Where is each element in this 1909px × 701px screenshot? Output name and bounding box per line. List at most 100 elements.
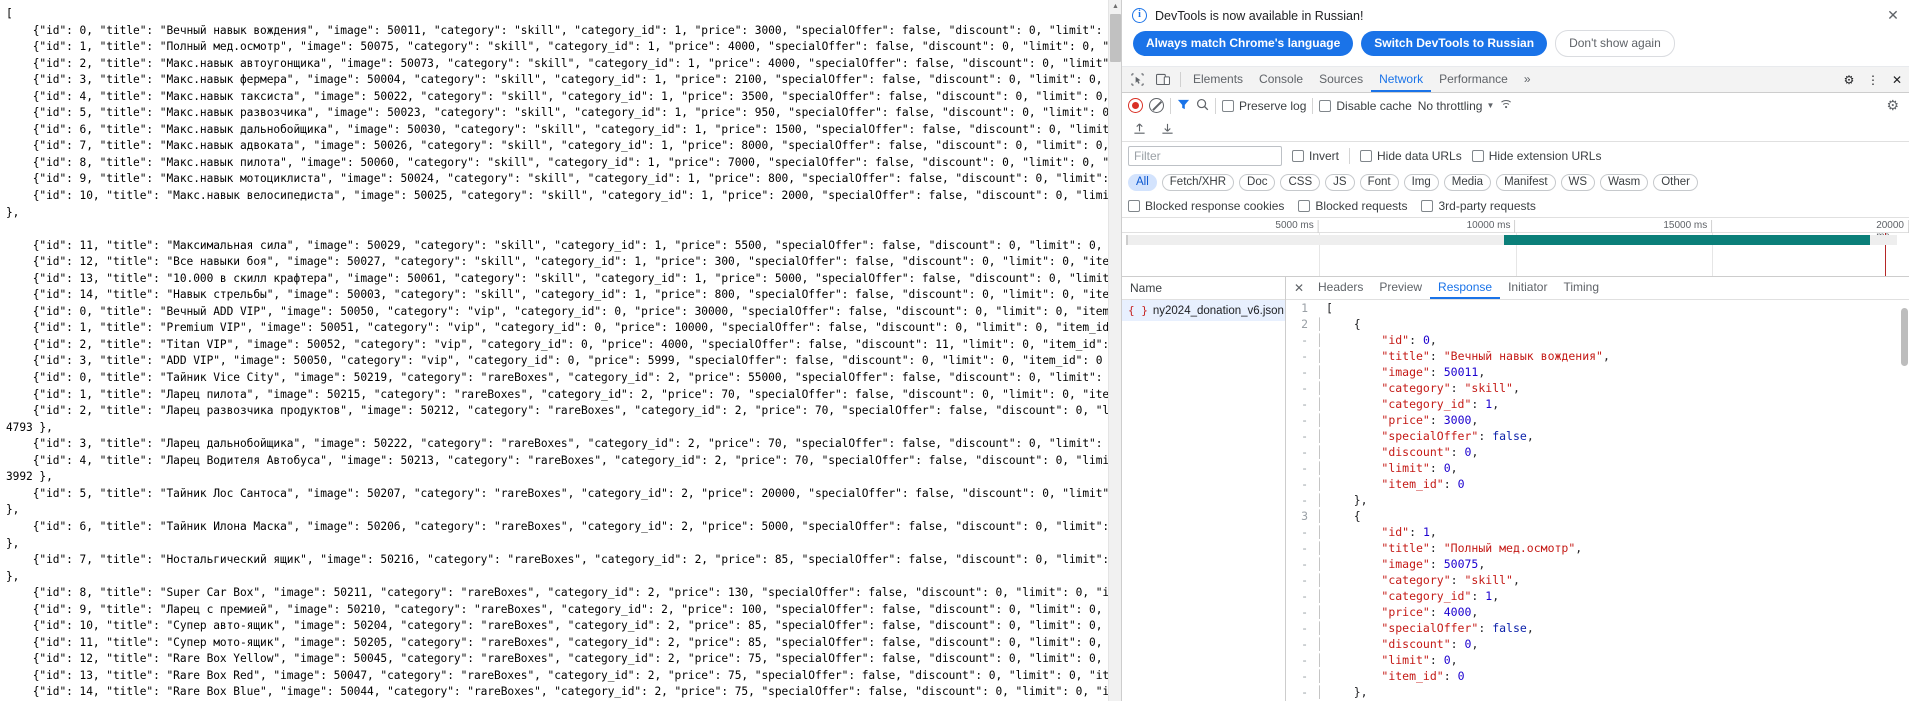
filter-input[interactable]	[1128, 146, 1282, 167]
tab-performance[interactable]: Performance	[1431, 67, 1516, 92]
type-filter-css[interactable]: CSS	[1280, 173, 1321, 191]
detail-tab-headers[interactable]: Headers	[1310, 277, 1371, 298]
checkbox-box[interactable]	[1319, 99, 1332, 112]
tab-network[interactable]: Network	[1371, 67, 1432, 93]
type-filter-doc[interactable]: Doc	[1239, 173, 1276, 191]
type-filter-ws[interactable]: WS	[1560, 173, 1596, 191]
record-button-icon[interactable]	[1128, 98, 1143, 114]
tab-console[interactable]: Console	[1251, 67, 1311, 92]
always-match-chrome-language-button[interactable]: Always match Chrome's language	[1133, 31, 1354, 56]
line-number: -	[1301, 348, 1308, 363]
dont-show-again-button[interactable]: Don't show again	[1555, 30, 1675, 57]
import-har-icon[interactable]	[1128, 122, 1150, 138]
blocked-requests-checkbox[interactable]: Blocked requests	[1298, 199, 1407, 213]
code-text: "price": 3000,	[1381, 412, 1479, 427]
tab-elements[interactable]: Elements	[1185, 67, 1251, 92]
blocked-response-cookies-label: Blocked response cookies	[1145, 198, 1285, 213]
filter-funnel-icon[interactable]	[1177, 98, 1190, 114]
type-filter-media[interactable]: Media	[1443, 173, 1492, 191]
code-line: - │ "specialOffer": false,	[1286, 620, 1909, 636]
type-filter-font[interactable]: Font	[1359, 173, 1399, 191]
blocked-requests-label: Blocked requests	[1315, 198, 1408, 213]
divider	[1312, 97, 1314, 114]
fold-guide: │	[1316, 652, 1323, 667]
more-options-icon[interactable]: ⋮	[1861, 73, 1885, 87]
invert-checkbox[interactable]: Invert	[1292, 149, 1339, 163]
type-filter-fetch-xhr[interactable]: Fetch/XHR	[1161, 173, 1235, 191]
request-name: ny2024_donation_v6.json	[1152, 304, 1284, 317]
scrollbar-thumb[interactable]	[1110, 14, 1121, 62]
type-filter-wasm[interactable]: Wasm	[1600, 173, 1649, 191]
close-detail-icon[interactable]: ✕	[1288, 277, 1310, 298]
tab-overflow-chevron[interactable]: »	[1516, 67, 1539, 92]
blocked-response-cookies-checkbox[interactable]: Blocked response cookies	[1128, 199, 1284, 213]
checkbox-box[interactable]	[1471, 150, 1484, 163]
fold-guide: │	[1316, 412, 1323, 427]
fold-guide: │	[1316, 604, 1323, 619]
code-line: - │ "category_id": 1,	[1286, 396, 1909, 412]
type-filter-js[interactable]: JS	[1325, 173, 1355, 191]
close-icon[interactable]: ✕	[1885, 7, 1901, 23]
export-har-icon[interactable]	[1156, 122, 1178, 138]
network-io-row	[1122, 118, 1909, 142]
type-filter-img[interactable]: Img	[1403, 173, 1439, 191]
network-settings-gear-icon[interactable]: ⚙	[1886, 97, 1903, 114]
code-line: - │ "category_id": 1,	[1286, 588, 1909, 604]
type-filter-other[interactable]: Other	[1653, 173, 1698, 191]
page-vertical-scrollbar[interactable]: ▲	[1108, 0, 1121, 701]
scrollbar-thumb[interactable]	[1901, 307, 1908, 366]
detail-tab-timing[interactable]: Timing	[1555, 277, 1607, 298]
checkbox-box[interactable]	[1421, 199, 1434, 212]
switch-devtools-to-russian-button[interactable]: Switch DevTools to Russian	[1361, 31, 1548, 56]
response-code-viewer[interactable]: 1 [2 │ {- │ "id": 0, - │ "title": "Вечный на…	[1286, 299, 1909, 701]
code-line: - │ "item_id": 0	[1286, 668, 1909, 684]
code-line: - │ },	[1286, 684, 1909, 700]
table-row[interactable]: { } ny2024_donation_v6.json	[1122, 300, 1285, 322]
toolbar-divider	[1180, 72, 1181, 88]
type-filter-manifest[interactable]: Manifest	[1496, 173, 1556, 191]
device-toolbar-icon[interactable]	[1150, 67, 1176, 92]
code-line: - │ "image": 50075,	[1286, 556, 1909, 572]
overview-tick-2: 10000 ms	[1467, 219, 1516, 233]
throttling-dropdown[interactable]: No throttling ▼	[1418, 99, 1495, 113]
banner-actions-row: Always match Chrome's language Switch De…	[1132, 30, 1899, 57]
divider	[1215, 97, 1216, 114]
settings-gear-icon[interactable]: ⚙	[1837, 73, 1861, 87]
checkbox-box[interactable]	[1360, 150, 1373, 163]
network-overview-timeline[interactable]: 5000 ms 10000 ms 15000 ms 20000 ms	[1122, 217, 1909, 278]
network-conditions-icon[interactable]	[1500, 98, 1514, 113]
third-party-requests-label: 3rd-party requests	[1438, 198, 1536, 213]
inspect-element-icon[interactable]	[1124, 67, 1150, 92]
throttling-value: No throttling	[1417, 98, 1483, 113]
code-text: "item_id": 0	[1381, 668, 1465, 683]
detail-tab-initiator[interactable]: Initiator	[1500, 277, 1555, 298]
search-icon[interactable]	[1196, 98, 1209, 114]
overview-request-band	[1126, 234, 1898, 245]
hide-data-urls-checkbox[interactable]: Hide data URLs	[1360, 149, 1462, 163]
clear-network-log-icon[interactable]	[1149, 98, 1164, 114]
line-number: -	[1301, 476, 1308, 491]
response-scrollbar[interactable]	[1900, 300, 1909, 701]
detail-tab-preview[interactable]: Preview	[1371, 277, 1430, 298]
tab-sources[interactable]: Sources	[1311, 67, 1371, 92]
request-list-column-header[interactable]: Name	[1122, 277, 1285, 301]
chevron-down-icon[interactable]: ▼	[1486, 101, 1494, 110]
checkbox-box[interactable]	[1298, 199, 1311, 212]
hide-extension-urls-checkbox[interactable]: Hide extension URLs	[1471, 149, 1601, 163]
checkbox-box[interactable]	[1222, 99, 1234, 112]
close-devtools-icon[interactable]: ✕	[1885, 73, 1909, 87]
disable-cache-checkbox[interactable]: Disable cache	[1319, 99, 1412, 113]
third-party-requests-checkbox[interactable]: 3rd-party requests	[1421, 198, 1536, 213]
preserve-log-checkbox[interactable]: Preserve log	[1222, 99, 1306, 113]
fold-guide: │	[1316, 316, 1323, 331]
scroll-up-arrow-icon[interactable]: ▲	[1109, 0, 1121, 13]
code-line: - │ },	[1286, 492, 1909, 508]
type-filter-all[interactable]: All	[1128, 173, 1157, 191]
code-text: },	[1353, 684, 1368, 699]
code-line: - │ "title": "Вечный навык вождения",	[1286, 348, 1909, 364]
checkbox-box[interactable]	[1292, 150, 1304, 163]
divider	[1170, 97, 1171, 114]
code-line: - │ "price": 4000,	[1286, 604, 1909, 620]
checkbox-box[interactable]	[1128, 199, 1140, 212]
detail-tab-response[interactable]: Response	[1430, 277, 1501, 299]
